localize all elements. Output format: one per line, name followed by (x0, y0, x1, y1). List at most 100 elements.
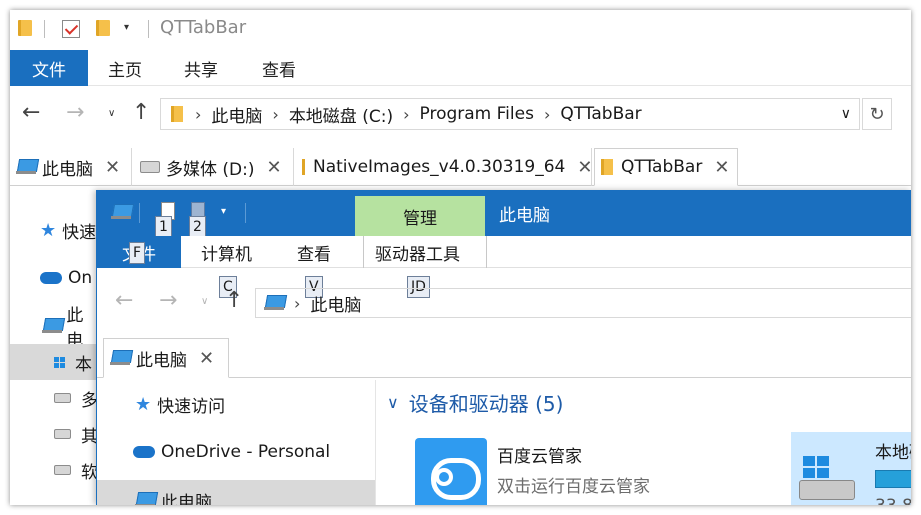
star-icon: ★ (135, 393, 152, 415)
forward-arrow-icon[interactable]: → (159, 288, 177, 313)
computer-icon (16, 159, 38, 175)
recent-dropdown-icon[interactable]: ∨ (108, 108, 115, 119)
qat-dropdown-icon[interactable]: ▾ (221, 206, 226, 217)
nav-local-disk[interactable]: 本 (10, 344, 98, 380)
breadcrumb-item[interactable]: Program Files (420, 104, 534, 124)
nav-onedrive[interactable]: On (10, 260, 98, 296)
drive-icon (54, 429, 71, 439)
tab-label: 此电脑 (42, 159, 93, 180)
close-icon[interactable]: ✕ (577, 157, 592, 178)
qat-dropdown-icon[interactable]: ▾ (124, 22, 129, 33)
qttab-nativeimages[interactable]: NativeImages_v4.0.30319_64 ✕ (296, 148, 592, 186)
tab-view[interactable]: 查看 (262, 50, 296, 86)
tab-file[interactable]: 文件 (10, 50, 88, 86)
close-icon[interactable]: ✕ (714, 157, 729, 178)
up-arrow-icon[interactable]: ↑ (132, 100, 150, 125)
disk-usage-bar (875, 470, 911, 488)
qttab-qttabbar[interactable]: QTTabBar ✕ (594, 148, 738, 186)
tab-label: NativeImages_v4.0.30319_64 (313, 157, 566, 177)
nav-drive-e[interactable]: 其 (10, 416, 98, 452)
group-header-label: 设备和驱动器 (5) (408, 392, 564, 416)
qat-separator (148, 20, 149, 38)
address-bar[interactable]: › 此电脑 › 本地磁盘 (C:) › Program Files › QTTa… (160, 98, 860, 130)
recent-dropdown-icon[interactable]: ∨ (201, 296, 208, 307)
qttab-this-pc[interactable]: 此电脑 ✕ (103, 338, 229, 378)
refresh-button[interactable]: ↻ (862, 98, 892, 130)
qat-separator (139, 203, 140, 223)
chevron-down-icon: ∨ (387, 393, 399, 412)
baidu-cloud-icon[interactable] (415, 438, 487, 505)
disk-size-text: 33.8 (875, 496, 911, 505)
tab-label: QTTabBar (621, 157, 703, 177)
up-arrow-icon[interactable]: ↑ (225, 288, 243, 313)
tab-label: 多媒体 (D:) (166, 159, 255, 180)
item-name[interactable]: 百度云管家 (497, 442, 582, 467)
computer-icon (264, 295, 286, 311)
back-arrow-icon[interactable]: ← (22, 100, 40, 125)
star-icon: ★ (40, 219, 57, 241)
key-tip-badge: 1 (155, 216, 172, 238)
nav-label: 本 (75, 354, 92, 375)
item-description: 双击运行百度云管家 (497, 477, 650, 497)
chevron-right-icon: › (294, 293, 301, 313)
computer-icon (110, 350, 132, 366)
content-pane: ∨ 设备和驱动器 (5) 百度云管家 双击运行百度云管家 本地磁 33.8 (387, 380, 911, 505)
tab-drive-tools[interactable]: 驱动器工具 (375, 236, 460, 268)
tab-label: 此电脑 (136, 350, 187, 371)
nav-drive-d[interactable]: 多 (10, 380, 98, 416)
back-arrow-icon[interactable]: ← (115, 288, 133, 313)
close-icon[interactable]: ✕ (267, 157, 282, 178)
tab-computer[interactable]: 计算机 (201, 236, 252, 268)
front-title-bar: 1 2 ▾ 管理 此电脑 (97, 190, 911, 238)
nav-drive-f[interactable]: 软 (10, 452, 98, 488)
forward-arrow-icon[interactable]: → (66, 100, 84, 125)
folder-icon (601, 159, 613, 175)
key-tip-badge: F (129, 242, 146, 264)
tab-manage[interactable]: 管理 (355, 196, 485, 236)
quick-access-toolbar: ▾ QTTabBar (10, 10, 911, 48)
explorer-frame: ▾ QTTabBar 文件 主页 共享 查看 ← → ∨ ↑ › 此电脑 › 本… (10, 10, 911, 505)
window-title: QTTabBar (160, 17, 247, 38)
drive-icon (54, 465, 71, 475)
nav-this-pc[interactable]: 此电脑 (97, 480, 375, 505)
chevron-right-icon: › (543, 104, 551, 124)
front-address-bar[interactable]: › 此电脑 (255, 288, 911, 318)
tab-view[interactable]: 查看 (297, 236, 331, 268)
group-header[interactable]: ∨ 设备和驱动器 (5) (387, 388, 563, 417)
nav-quick-access[interactable]: ★ 快速访问 (97, 384, 375, 424)
windows-logo-icon (803, 456, 829, 478)
breadcrumb-item[interactable]: 此电脑 (211, 102, 262, 127)
breadcrumb-item[interactable]: 此电脑 (310, 291, 361, 316)
nav-label: 快速访问 (157, 396, 226, 417)
tab-home[interactable]: 主页 (108, 50, 142, 86)
nav-onedrive[interactable]: OneDrive - Personal (97, 432, 375, 472)
breadcrumb-item[interactable]: 本地磁盘 (C:) (289, 102, 393, 127)
close-icon[interactable]: ✕ (199, 348, 214, 369)
nav-quick-access[interactable]: ★ 快速 (10, 212, 98, 248)
qttab-this-pc[interactable]: 此电脑 ✕ (10, 148, 132, 186)
nav-this-pc[interactable]: 此电 (10, 306, 98, 351)
properties-icon[interactable] (62, 20, 80, 38)
front-navigation-pane: ★ 快速访问 OneDrive - Personal 此电脑 (97, 380, 375, 505)
folder-icon (171, 106, 183, 122)
qttab-media-drive[interactable]: 多媒体 (D:) ✕ (134, 148, 294, 186)
front-ribbon-tabs: 文件 F 计算机 查看 驱动器工具 (97, 236, 911, 268)
computer-icon (111, 204, 133, 220)
windows-drive-icon (54, 356, 65, 368)
breadcrumb-item[interactable]: QTTabBar (560, 104, 641, 124)
new-folder-icon[interactable] (96, 20, 110, 36)
chevron-right-icon: › (195, 104, 202, 124)
key-tip-badge: 2 (189, 216, 206, 238)
chevron-right-icon: › (272, 104, 279, 124)
drive-icon (140, 161, 160, 173)
tab-share[interactable]: 共享 (184, 50, 218, 86)
address-dropdown-icon[interactable]: ∨ (841, 106, 851, 122)
navigation-pane: ★ 快速 On 此电 本 多 其 软 (10, 188, 98, 505)
ribbon-tabs: 文件 主页 共享 查看 (10, 50, 911, 86)
front-qttab-bar: 此电脑 ✕ (97, 336, 911, 378)
cloud-icon (40, 272, 62, 284)
local-disk-tile[interactable]: 本地磁 33.8 (791, 432, 911, 505)
nav-label: On (68, 268, 93, 288)
folder-icon (18, 20, 32, 36)
close-icon[interactable]: ✕ (105, 157, 120, 178)
